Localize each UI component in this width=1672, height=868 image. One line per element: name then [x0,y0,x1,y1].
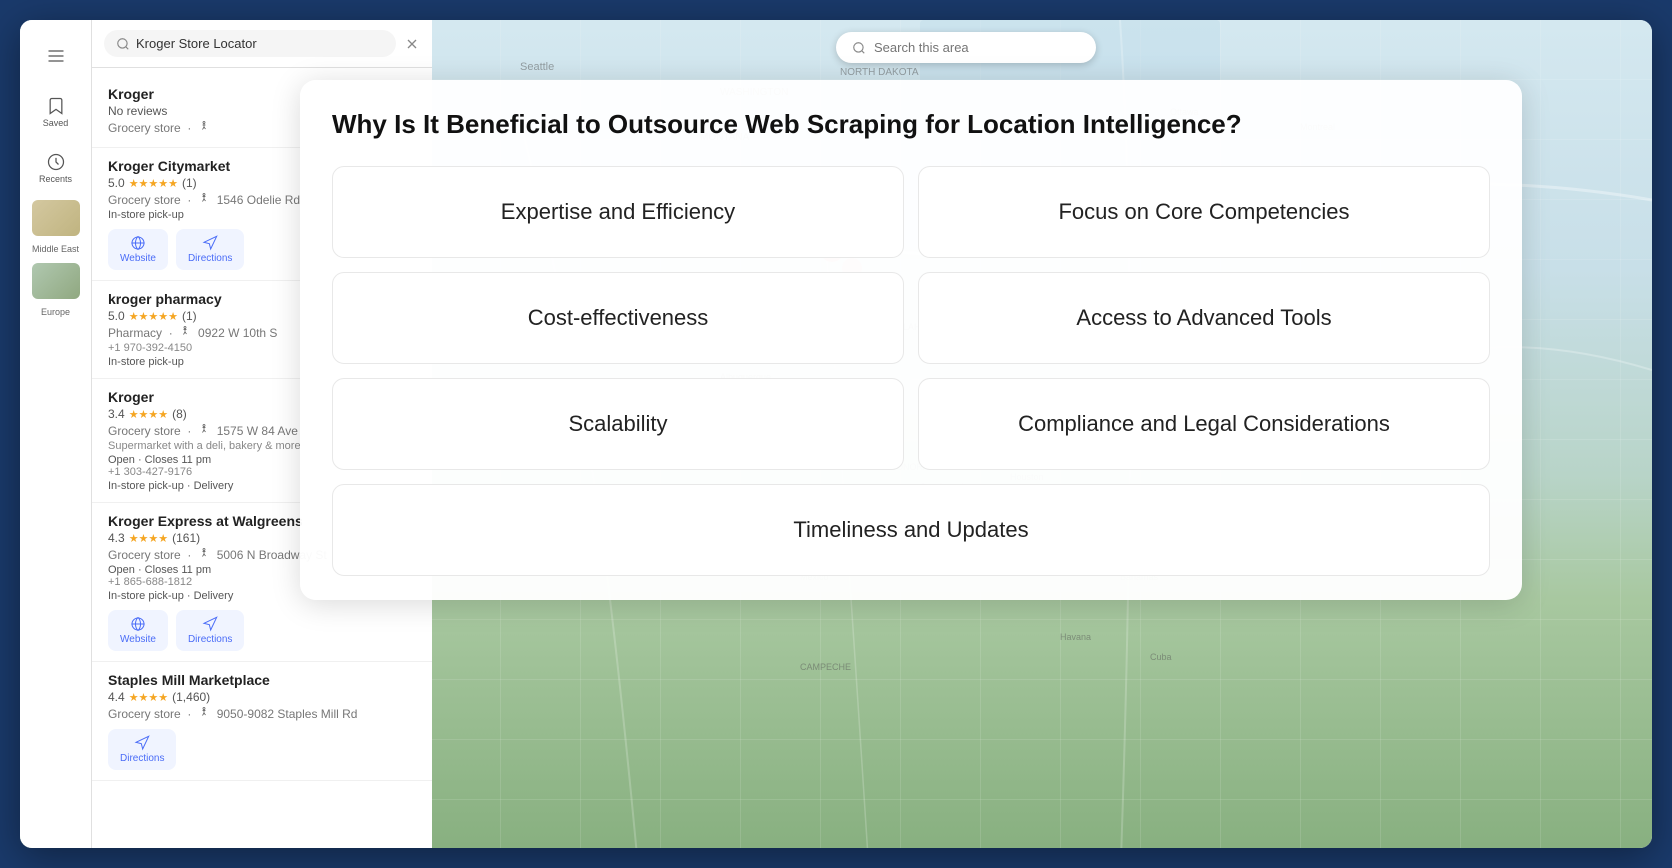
stars-3: ★★★★★ [129,310,178,323]
sidebar-recents-icon[interactable]: Recents [32,144,80,192]
card-focus[interactable]: Focus on Core Competencies [918,166,1490,258]
card-timeliness[interactable]: Timeliness and Updates [332,484,1490,576]
close-icon[interactable] [404,36,420,52]
directions-button-6[interactable]: Directions [108,729,176,770]
search-icon [116,37,130,51]
walk-icon-6 [198,706,210,718]
card-focus-label: Focus on Core Competencies [1058,199,1349,225]
sidebar: Saved Recents Middle East Europe [20,20,92,848]
walk-icon-5 [198,547,210,559]
store-actions-5: Website Directions [108,610,416,651]
svg-text:Havana: Havana [1060,632,1091,642]
walk-icon [198,120,210,132]
walk-icon-3 [179,325,191,337]
sidebar-europe-label: Europe [41,307,70,318]
card-compliance[interactable]: Compliance and Legal Considerations [918,378,1490,470]
store-rating-6: 4.4 ★★★★ (1,460) [108,690,416,704]
store-name-6: Staples Mill Marketplace [108,672,416,688]
svg-text:Cuba: Cuba [1150,652,1172,662]
sidebar-middle-east-thumb[interactable] [32,200,80,236]
store-no-reviews-1: No reviews [108,104,167,118]
search-input-wrap[interactable] [104,30,396,57]
store-item-6[interactable]: Staples Mill Marketplace 4.4 ★★★★ (1,460… [92,662,432,781]
sidebar-recents-label: Recents [39,174,72,184]
browser-window: Seattle WASHINGTON NORTH DAKOTA MONTANA … [20,20,1652,848]
card-tools-label: Access to Advanced Tools [1076,305,1331,331]
card-cost[interactable]: Cost-effectiveness [332,272,904,364]
overlay-title: Why Is It Beneficial to Outsource Web Sc… [332,108,1490,142]
stars-4: ★★★★ [129,408,168,421]
search-bar [92,20,432,68]
directions-button-2[interactable]: Directions [176,229,244,270]
card-cost-label: Cost-effectiveness [528,305,709,331]
stars-6: ★★★★ [129,691,168,704]
store-type-6: Grocery store · 9050-9082 Staples Mill R… [108,706,416,721]
feature-cards-grid: Expertise and Efficiency Focus on Core C… [332,166,1490,576]
card-scalability[interactable]: Scalability [332,378,904,470]
search-input[interactable] [136,36,384,51]
directions-button-5[interactable]: Directions [176,610,244,651]
sidebar-middle-east-label: Middle East [32,244,79,255]
card-expertise[interactable]: Expertise and Efficiency [332,166,904,258]
svg-text:NORTH DAKOTA: NORTH DAKOTA [840,67,919,78]
sidebar-menu-icon[interactable] [32,32,80,80]
walk-icon-2 [198,192,210,204]
website-button-2[interactable]: Website [108,229,168,270]
card-expertise-label: Expertise and Efficiency [501,199,735,225]
sidebar-europe-thumb[interactable] [32,263,80,299]
walk-icon-4 [198,423,210,435]
card-scalability-label: Scalability [568,411,667,437]
map-search-input[interactable] [874,40,1050,55]
overlay-card: Why Is It Beneficial to Outsource Web Sc… [300,80,1522,600]
map-searchbar [480,32,1452,63]
stars-2: ★★★★★ [129,177,178,190]
website-button-5[interactable]: Website [108,610,168,651]
sidebar-saved-label: Saved [43,118,69,128]
card-timeliness-label: Timeliness and Updates [793,517,1028,543]
stars-5: ★★★★ [129,532,168,545]
map-search-icon [852,41,866,55]
card-tools[interactable]: Access to Advanced Tools [918,272,1490,364]
sidebar-saved-icon[interactable]: Saved [32,88,80,136]
map-search-wrap[interactable] [836,32,1096,63]
store-actions-6: Directions [108,729,416,770]
card-compliance-label: Compliance and Legal Considerations [1018,411,1390,437]
svg-text:CAMPECHE: CAMPECHE [800,662,851,672]
